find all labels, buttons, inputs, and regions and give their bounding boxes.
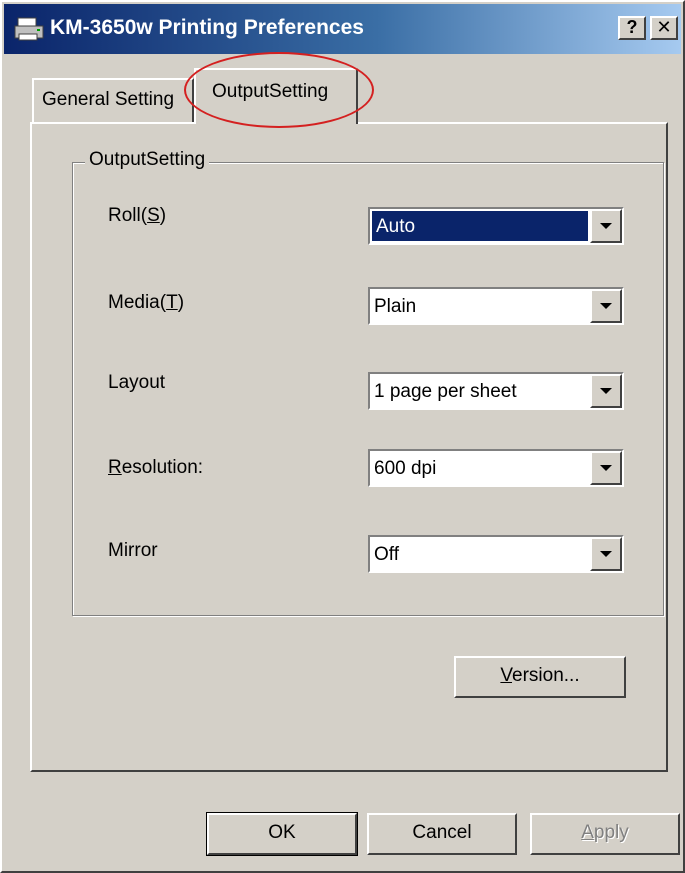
chevron-down-icon[interactable]	[590, 451, 622, 485]
chevron-down-icon[interactable]	[590, 289, 622, 323]
resolution-mnemonic: R	[108, 457, 122, 478]
roll-value: Auto	[372, 211, 588, 241]
mirror-label: Mirror	[108, 540, 158, 561]
layout-label: Layout	[108, 372, 166, 393]
version-button[interactable]: Version...	[454, 656, 626, 698]
roll-mnemonic: S	[147, 205, 160, 226]
mirror-select[interactable]: Off	[368, 535, 624, 573]
resolution-value: 600 dpi	[374, 458, 437, 479]
tab-output-setting[interactable]: OutputSetting	[194, 68, 358, 124]
tab-general-setting[interactable]: General Setting	[32, 78, 194, 122]
chevron-down-icon[interactable]	[590, 209, 622, 243]
printing-preferences-window: KM-3650w Printing Preferences ? ✕ Genera…	[0, 0, 685, 873]
roll-select[interactable]: Auto	[368, 207, 624, 245]
layout-value: 1 page per sheet	[374, 381, 517, 402]
ok-button[interactable]: OK	[206, 812, 358, 856]
window-title: KM-3650w Printing Preferences	[50, 16, 364, 39]
printer-icon	[14, 17, 44, 41]
resolution-select[interactable]: 600 dpi	[368, 449, 624, 487]
help-button[interactable]: ?	[618, 16, 646, 40]
media-label: Media(T)	[108, 292, 185, 313]
media-select[interactable]: Plain	[368, 287, 624, 325]
cancel-button[interactable]: Cancel	[367, 813, 517, 855]
media-value: Plain	[374, 296, 417, 317]
resolution-label: Resolution:	[108, 457, 204, 478]
close-button[interactable]: ✕	[650, 16, 678, 40]
title-bar[interactable]: KM-3650w Printing Preferences ? ✕	[4, 4, 681, 54]
chevron-down-icon[interactable]	[590, 537, 622, 571]
roll-label: Roll(S)	[108, 205, 167, 226]
media-mnemonic: T	[166, 292, 178, 313]
mirror-value: Off	[374, 544, 399, 565]
apply-button[interactable]: Apply	[530, 813, 680, 855]
groupbox-title: OutputSetting	[85, 149, 210, 171]
chevron-down-icon[interactable]	[590, 374, 622, 408]
layout-select[interactable]: 1 page per sheet	[368, 372, 624, 410]
